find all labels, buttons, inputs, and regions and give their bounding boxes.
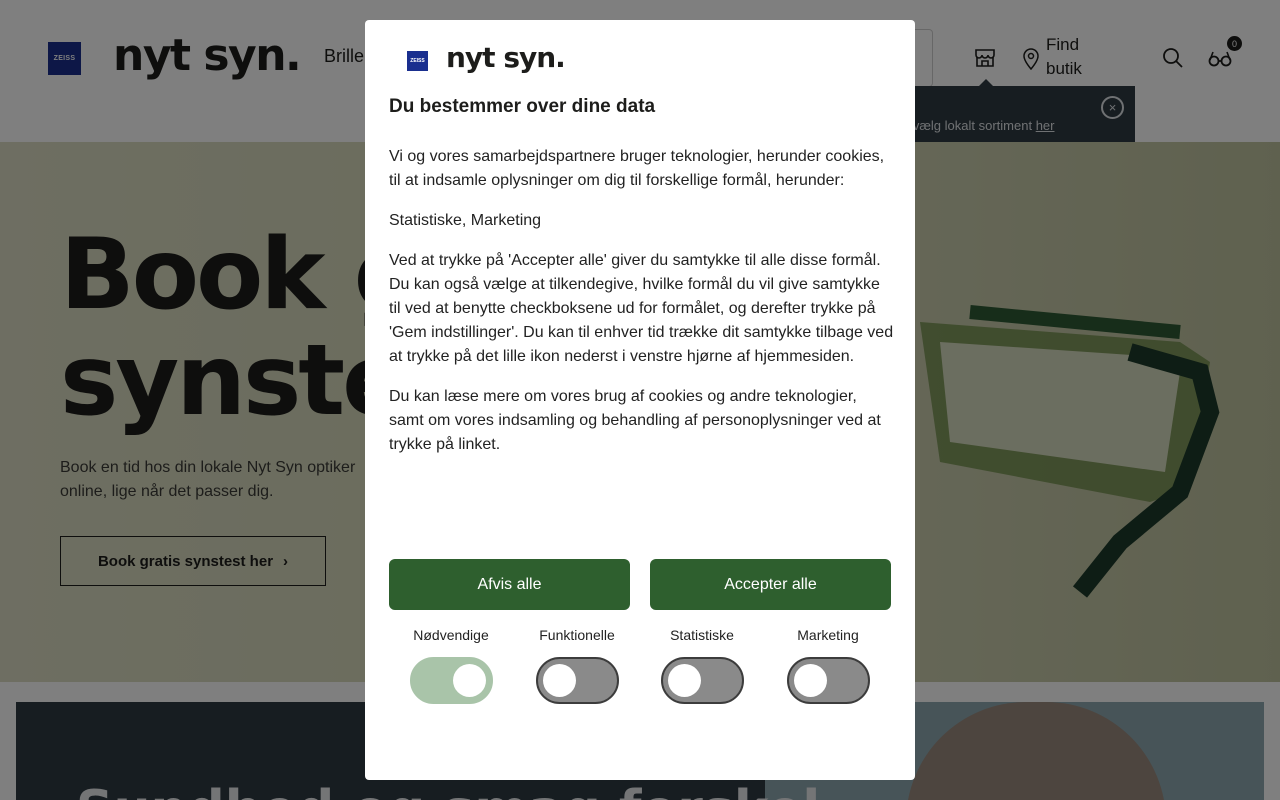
dialog-brand-logo: nyt syn. xyxy=(446,41,566,74)
toggle-label: Nødvendige xyxy=(413,627,489,643)
dialog-paragraph: Du kan læse mere om vores brug af cookie… xyxy=(389,388,881,453)
marketing-toggle[interactable] xyxy=(786,657,870,704)
toggle-knob xyxy=(793,664,827,697)
toggle-label: Funktionelle xyxy=(539,627,615,643)
toggle-functional: Funktionelle xyxy=(522,627,632,704)
toggle-label: Marketing xyxy=(797,627,859,643)
reject-all-button[interactable]: Afvis alle xyxy=(389,559,630,610)
toggle-label: Statistiske xyxy=(670,627,734,643)
toggle-knob xyxy=(452,664,486,697)
toggle-knob xyxy=(667,664,701,697)
dialog-paragraph: Statistiske, Marketing xyxy=(389,212,542,229)
zeiss-logo: ZEISS xyxy=(407,51,428,71)
toggle-knob xyxy=(542,664,576,697)
statistics-toggle[interactable] xyxy=(660,657,744,704)
toggle-marketing: Marketing xyxy=(773,627,883,704)
toggle-statistics: Statistiske xyxy=(647,627,757,704)
necessary-toggle[interactable] xyxy=(409,657,493,704)
functional-toggle[interactable] xyxy=(535,657,619,704)
cookie-consent-dialog: ZEISS nyt syn. Du bestemmer over dine da… xyxy=(365,20,915,780)
toggle-necessary: Nødvendige xyxy=(396,627,506,704)
dialog-title: Du bestemmer over dine data xyxy=(389,96,656,117)
dialog-paragraph: Ved at trykke på 'Accepter alle' giver d… xyxy=(389,252,894,365)
dialog-paragraph: Vi og vores samarbejdspartnere bruger te… xyxy=(389,148,885,189)
accept-all-button[interactable]: Accepter alle xyxy=(650,559,891,610)
dialog-body: Vi og vores samarbejdspartnere bruger te… xyxy=(389,145,894,473)
